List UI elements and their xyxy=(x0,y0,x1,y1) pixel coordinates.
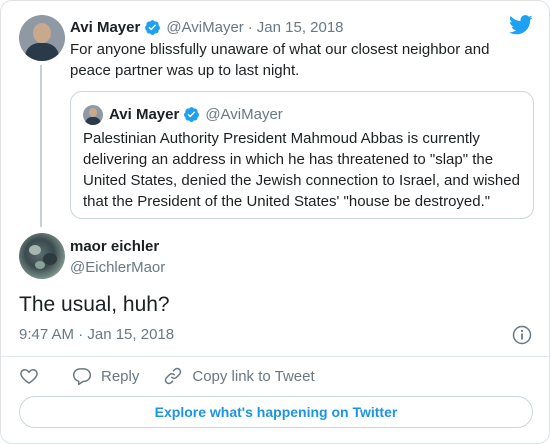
reply-author-avatar[interactable] xyxy=(19,233,65,279)
embedded-tweet-card: Avi Mayer @AviMayer · Jan 15, 2018 For a… xyxy=(0,0,550,444)
header-separator: · xyxy=(247,18,253,36)
reply-author-handle[interactable]: @EichlerMaor xyxy=(70,259,165,276)
avatar-texture-shape xyxy=(43,253,57,265)
copy-link-label: Copy link to Tweet xyxy=(192,367,315,385)
verified-badge-icon xyxy=(183,106,200,123)
reply-tweet-text: The usual, huh? xyxy=(19,293,170,316)
avatar-texture-shape xyxy=(35,261,45,269)
reply-button[interactable]: Reply xyxy=(72,366,139,386)
twitter-bird-icon[interactable] xyxy=(509,15,533,35)
parent-author-handle[interactable]: @AviMayer xyxy=(166,19,243,36)
thread-connector-line xyxy=(40,65,42,227)
like-button[interactable] xyxy=(19,366,39,386)
quoted-tweet-header: Avi Mayer @AviMayer xyxy=(109,104,283,124)
actions-divider xyxy=(1,356,549,357)
parent-author-name[interactable]: Avi Mayer xyxy=(70,19,140,36)
reply-tweet-timestamp[interactable]: 9:47 AM · Jan 15, 2018 xyxy=(19,326,174,343)
info-icon[interactable] xyxy=(512,325,532,345)
parent-tweet-text: For anyone blissfully unaware of what ou… xyxy=(70,41,490,79)
reply-bubble-icon xyxy=(72,368,92,386)
avatar-head-shape xyxy=(33,23,51,43)
quoted-author-handle: @AviMayer xyxy=(205,105,283,123)
avatar-texture-shape xyxy=(29,245,41,255)
quoted-author-name: Avi Mayer xyxy=(109,105,180,123)
parent-tweet-date[interactable]: Jan 15, 2018 xyxy=(257,19,344,36)
verified-badge-icon xyxy=(144,19,161,36)
quoted-author-avatar xyxy=(83,105,103,125)
avatar-head-shape xyxy=(89,108,97,117)
explore-twitter-button[interactable]: Explore what's happening on Twitter xyxy=(19,396,533,428)
parent-tweet-header: Avi Mayer @AviMayer · Jan 15, 2018 xyxy=(70,17,344,37)
quoted-tweet-text: Palestinian Authority President Mahmoud … xyxy=(83,130,520,210)
link-icon xyxy=(165,367,182,385)
avatar-body-shape xyxy=(25,43,59,61)
reply-label: Reply xyxy=(101,367,140,385)
reply-author-name[interactable]: maor eichler xyxy=(70,238,159,255)
quoted-tweet[interactable]: Avi Mayer @AviMayer Palestinian Authorit… xyxy=(70,91,534,219)
heart-icon xyxy=(20,368,38,384)
tweet-actions-bar: Reply Copy link to Tweet xyxy=(19,365,315,387)
copy-link-button[interactable]: Copy link to Tweet xyxy=(163,366,315,386)
avatar-body-shape xyxy=(85,117,101,125)
parent-author-avatar[interactable] xyxy=(19,15,65,61)
